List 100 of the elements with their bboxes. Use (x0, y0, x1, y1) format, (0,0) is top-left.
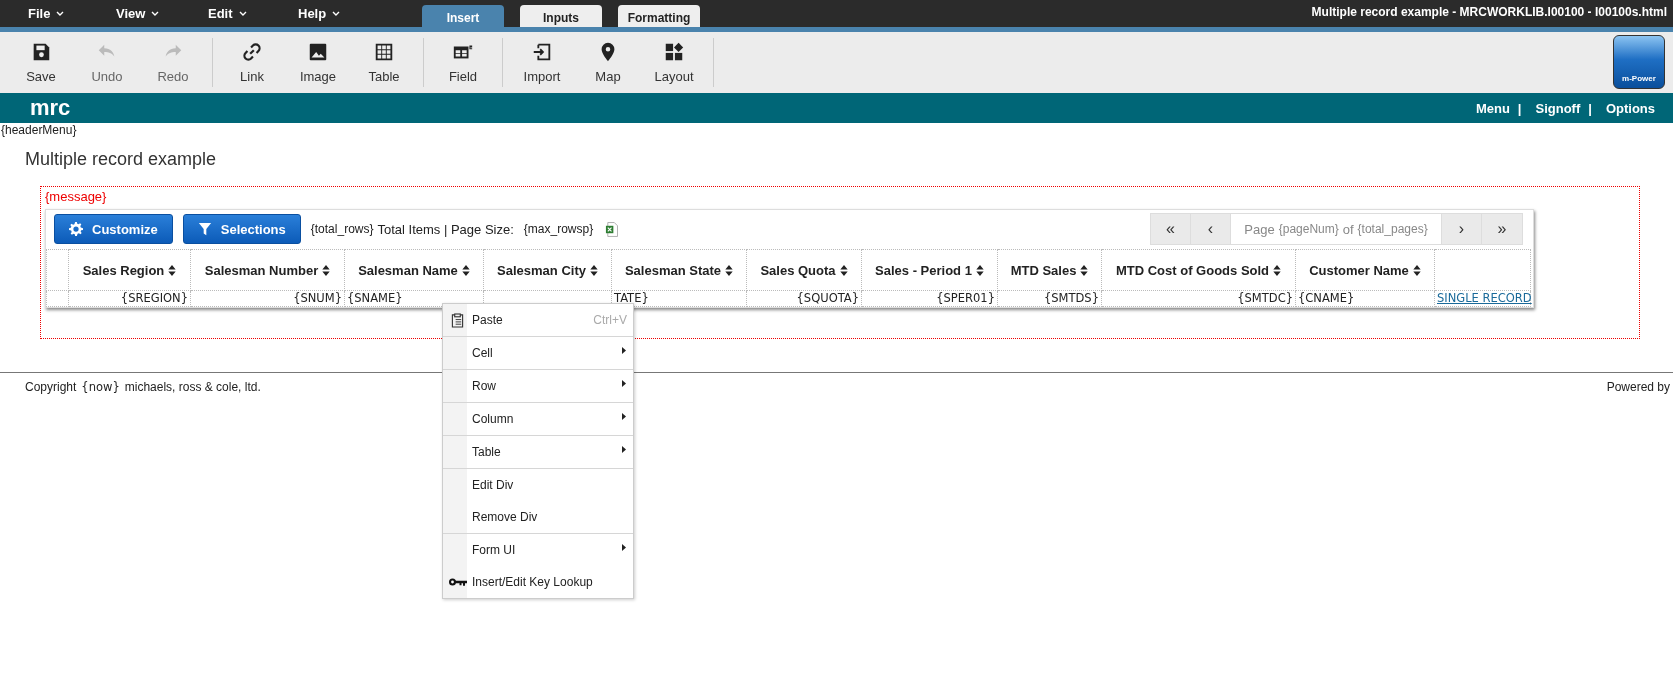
nav-link[interactable]: Signoff (1535, 100, 1581, 116)
import-icon (531, 41, 553, 63)
chevron-down-icon (151, 11, 160, 16)
ribbon-tab[interactable]: Formatting (618, 5, 700, 27)
context-menu-item[interactable]: Column (443, 403, 633, 435)
nav-separator: | (1517, 100, 1522, 116)
previous-page-button[interactable]: ‹ (1191, 214, 1231, 244)
gear-icon (69, 222, 83, 236)
field-token: {SMTDC} (1237, 291, 1293, 305)
context-menu-item[interactable]: Form UI (443, 534, 633, 566)
submenu-arrow-icon (622, 446, 626, 453)
column-header[interactable]: Sales Region (68, 249, 191, 291)
column-header[interactable]: Salesman Number (190, 249, 345, 291)
sort-icon[interactable] (1273, 264, 1282, 276)
copyright-label: Copyright (25, 380, 77, 394)
sort-icon[interactable] (975, 264, 984, 276)
nav-link[interactable]: Menu (1475, 100, 1510, 116)
clipboard-icon (451, 312, 464, 328)
menu-item[interactable]: Help (290, 6, 380, 21)
chevron-down-icon (332, 11, 341, 16)
next-page-button[interactable]: › (1442, 214, 1482, 244)
customize-button[interactable]: Customize (54, 214, 173, 244)
field-token: TATE} (614, 291, 649, 305)
summary-text: Total Items | Page Size: (377, 221, 514, 237)
layout-icon (663, 41, 685, 63)
menu-item[interactable]: File (20, 6, 110, 21)
powered-by-label: Powered by (1606, 380, 1670, 394)
context-menu-item[interactable]: Edit Div (443, 469, 633, 501)
import-tool[interactable]: Import (509, 32, 575, 93)
submenu-arrow-icon (622, 544, 626, 551)
table-tool[interactable]: Table (351, 32, 417, 93)
column-header[interactable]: Salesman State (611, 249, 747, 291)
sort-icon[interactable] (168, 264, 177, 276)
image-icon (307, 41, 329, 63)
context-menu-item[interactable]: Cell (443, 337, 633, 369)
column-header[interactable]: Salesman Name (344, 249, 484, 291)
nav-separator: | (1588, 100, 1592, 116)
submenu-arrow-icon (622, 413, 626, 420)
menu-item[interactable]: View (110, 6, 200, 21)
image-tool[interactable]: Image (285, 32, 351, 93)
total-pages-token: {total_pages} (1357, 222, 1428, 236)
column-header[interactable]: MTD Cost of Goods Sold (1101, 249, 1296, 291)
spreadsheet-icon[interactable] (605, 221, 619, 237)
sort-icon[interactable] (461, 264, 470, 276)
column-header[interactable]: Salesman City (483, 249, 612, 291)
of-label: of (1342, 221, 1354, 237)
field-token: {SREGION} (120, 291, 188, 305)
ribbon-tab[interactable]: Inputs (520, 5, 602, 27)
save-tool[interactable]: Save (8, 32, 74, 93)
company-name: michaels, ross & cole, ltd. (124, 380, 261, 394)
context-menu-item[interactable]: Paste Ctrl+V (443, 304, 633, 336)
sort-icon[interactable] (1412, 264, 1421, 276)
chevron-down-icon (56, 11, 65, 16)
column-header[interactable]: Sales - Period 1 (861, 249, 998, 291)
map-tool[interactable]: Map (575, 32, 641, 93)
field-token: {SQUOTA} (796, 291, 859, 305)
field-token: {CNAME} (1298, 291, 1355, 305)
page-number-token: {pageNum} (1278, 222, 1339, 236)
column-header[interactable]: MTD Sales (997, 249, 1102, 291)
context-menu-item[interactable]: Insert/Edit Key Lookup (443, 566, 633, 598)
total-rows-token: {total_rows} (310, 222, 374, 236)
sort-icon[interactable] (839, 264, 848, 276)
submenu-arrow-icon (622, 347, 626, 354)
last-page-button[interactable]: » (1482, 214, 1522, 244)
sort-icon[interactable] (589, 264, 598, 276)
column-header[interactable]: Sales Quota (746, 249, 862, 291)
nav-link[interactable]: Options (1605, 100, 1655, 116)
field-token: {SNAME} (347, 291, 403, 305)
m-power-logo[interactable]: m-Power (1613, 35, 1665, 89)
submenu-arrow-icon (622, 380, 626, 387)
context-menu-item[interactable]: Remove Div (443, 501, 633, 533)
brand-logo: mrc (30, 95, 71, 121)
now-token: {now} (81, 380, 120, 394)
key-icon (447, 577, 468, 587)
field-token: {SMTDS} (1043, 291, 1099, 305)
context-menu-item[interactable]: Table (443, 436, 633, 468)
sort-icon[interactable] (725, 264, 734, 276)
column-header[interactable]: Customer Name (1295, 249, 1435, 291)
layout-tool[interactable]: Layout (641, 32, 707, 93)
field-token: {SNUM} (293, 291, 342, 305)
field-tool[interactable]: Field (430, 32, 496, 93)
page-title: Multiple record example (25, 149, 218, 171)
sort-icon[interactable] (322, 264, 331, 276)
context-menu-item[interactable]: Row (443, 370, 633, 402)
message-token: {message} (45, 189, 108, 206)
table-icon (373, 41, 395, 63)
link-tool[interactable]: Link (219, 32, 285, 93)
chevron-down-icon (238, 11, 247, 16)
page-label: Page (1244, 221, 1275, 237)
menu-item[interactable]: Edit (200, 6, 290, 21)
filter-icon (197, 222, 212, 236)
selections-button[interactable]: Selections (182, 214, 301, 244)
field-token: {SPER01} (936, 291, 995, 305)
sort-icon[interactable] (1080, 264, 1089, 276)
ribbon-tab[interactable]: Insert (422, 5, 504, 27)
window-title: Multiple record example - MRCWORKLIB.I00100 - I00100s.html (1311, 5, 1667, 19)
page-size-token: {max_rowsp} (523, 222, 594, 236)
link-icon (241, 41, 263, 63)
first-page-button[interactable]: « (1151, 214, 1191, 244)
header-menu-token: {headerMenu} (0, 123, 78, 137)
